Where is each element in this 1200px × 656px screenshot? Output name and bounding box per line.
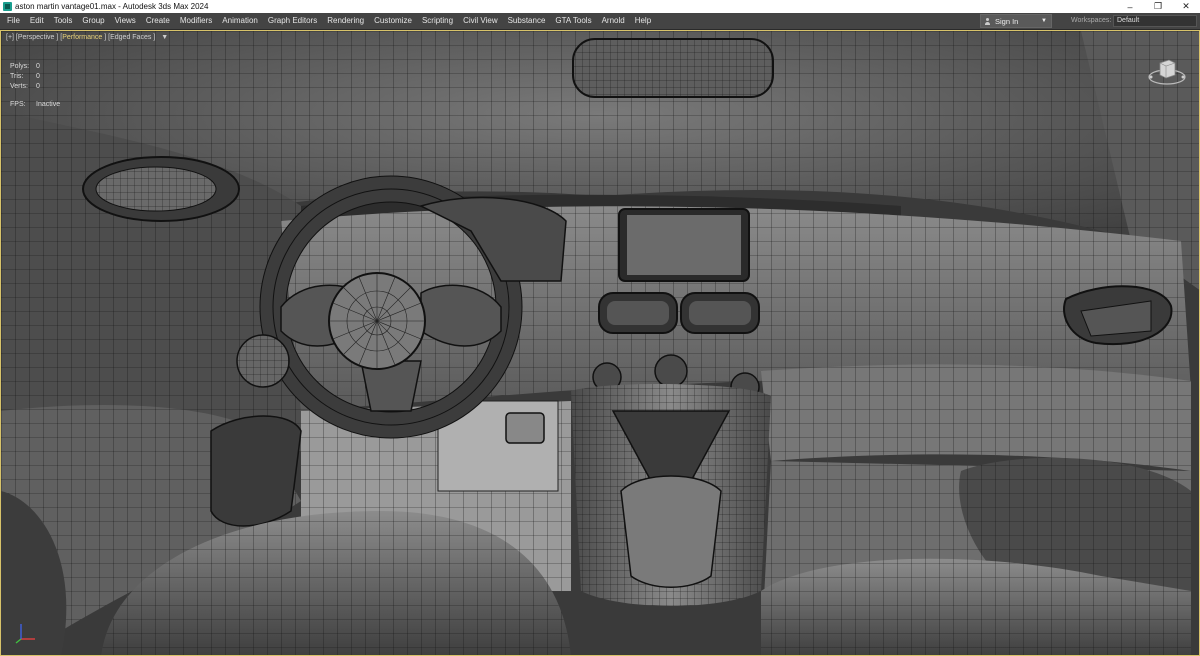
axis-tripod-icon: [15, 624, 35, 644]
fps-value: Inactive: [36, 101, 61, 108]
menu-substance[interactable]: Substance: [503, 13, 551, 29]
menu-bar: File Edit Tools Group Views Create Modif…: [0, 13, 1200, 30]
chevron-down-icon: ▼: [1041, 18, 1047, 24]
viewport-view-label[interactable]: Perspective: [18, 34, 55, 41]
tris-value: 0: [36, 73, 40, 80]
menu-graph-editors[interactable]: Graph Editors: [263, 13, 322, 29]
minimize-button[interactable]: –: [1116, 0, 1144, 13]
3dsmax-app-icon: [3, 2, 12, 11]
menu-arnold[interactable]: Arnold: [597, 13, 630, 29]
title-bar: aston martin vantage01.max - Autodesk 3d…: [0, 0, 1200, 13]
polys-value: 0: [36, 63, 40, 70]
funnel-icon[interactable]: ▼: [161, 34, 168, 41]
viewport-shading-label[interactable]: Edged Faces: [110, 34, 151, 41]
viewport-separator: ] [: [102, 34, 111, 41]
menu-create[interactable]: Create: [141, 13, 175, 29]
polys-label: Polys:: [10, 63, 30, 70]
workspaces-select[interactable]: Default: [1113, 15, 1197, 27]
menu-gta-tools[interactable]: GTA Tools: [550, 13, 596, 29]
window-controls: – ❐ ✕: [1116, 0, 1200, 13]
close-button[interactable]: ✕: [1172, 0, 1200, 13]
workspaces-label: Workspaces:: [1071, 17, 1112, 24]
tris-label: Tris:: [10, 73, 24, 80]
window-title: aston martin vantage01.max - Autodesk 3d…: [15, 2, 209, 11]
menu-file[interactable]: File: [0, 13, 25, 29]
perspective-viewport[interactable]: [+] [Perspective ] [Performance ] [Edged…: [0, 30, 1200, 656]
menu-views[interactable]: Views: [110, 13, 141, 29]
menu-modifiers[interactable]: Modifiers: [175, 13, 217, 29]
menu-customize[interactable]: Customize: [369, 13, 417, 29]
verts-label: Verts:: [10, 83, 28, 90]
menu-help[interactable]: Help: [630, 13, 656, 29]
viewport-statistics: Polys: 0 Tris: 0 Verts: 0 FPS: Inactive: [10, 62, 66, 110]
menu-tools[interactable]: Tools: [49, 13, 78, 29]
car-interior-wireframe-scene: [1, 31, 1199, 655]
menu-civil-view[interactable]: Civil View: [458, 13, 503, 29]
sign-in-dropdown[interactable]: Sign In ▼: [980, 14, 1052, 28]
user-icon: [984, 17, 991, 25]
restore-button[interactable]: ❐: [1144, 0, 1172, 13]
verts-value: 0: [36, 83, 40, 90]
main-menu: File Edit Tools Group Views Create Modif…: [0, 13, 656, 29]
viewport-label[interactable]: [+] [Perspective ] [Performance ] [Edged…: [6, 34, 168, 41]
viewcube-icon[interactable]: [1147, 53, 1187, 93]
menu-animation[interactable]: Animation: [217, 13, 263, 29]
sign-in-label: Sign In: [995, 16, 1019, 26]
viewport-separator: ]: [151, 34, 156, 41]
menu-rendering[interactable]: Rendering: [322, 13, 369, 29]
menu-group[interactable]: Group: [77, 13, 109, 29]
viewport-mode-label[interactable]: Performance: [62, 34, 102, 41]
viewport-menu-prefix[interactable]: [+] [: [6, 34, 18, 41]
menu-edit[interactable]: Edit: [25, 13, 49, 29]
menu-scripting[interactable]: Scripting: [417, 13, 458, 29]
fps-label: FPS:: [10, 101, 26, 108]
